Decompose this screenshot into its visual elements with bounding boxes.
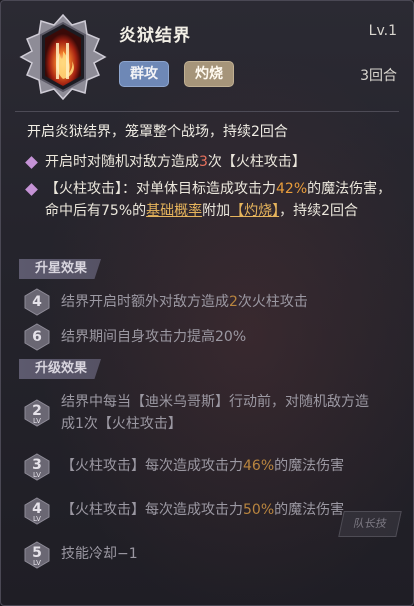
star-hex-icon: 6 [23, 323, 51, 351]
flame-skill-icon [19, 13, 107, 101]
skill-level: Lv.1 [368, 23, 397, 39]
star-effect-row: 4 结界开启时额外对敌方造成2次火柱攻击 [23, 288, 397, 316]
tag-burn: 灼烧 [184, 61, 234, 87]
captain-skill-badge: 队长技 [338, 511, 402, 537]
star-effect-row: 6 结界期间自身攻击力提高20% [23, 323, 397, 351]
skill-tooltip-panel: 炎狱结界 Lv.1 群攻 灼烧 3回合 开启炎狱结界，笼罩整个战场，持续2回合 … [0, 0, 414, 606]
star-hex-icon: 4 [23, 288, 51, 316]
tag-aoe: 群攻 [119, 61, 169, 87]
star-effects-header: 升星效果 [19, 259, 102, 279]
skill-duration: 3回合 [360, 68, 397, 84]
bullet-diamond-icon [25, 156, 38, 169]
upgrade-effect-row: 5 LV 技能冷却−1 [23, 541, 397, 571]
level-hex-icon: 5 LV [23, 541, 51, 569]
upgrade-effect-row: 2 LV 结界中每当【迪米乌哥斯】行动前，对随机敌方造成1次【火柱攻击】 [23, 391, 397, 439]
upgrade-effect-text: 【火柱攻击】每次造成攻击力50%的魔法伤害 [61, 502, 345, 518]
effect-line-1: 开启时对随机对敌方造成3次【火柱攻击】 [45, 154, 306, 170]
upgrade-effect-text: 【火柱攻击】每次造成攻击力46%的魔法伤害 [61, 458, 345, 474]
star-effect-text: 结界开启时额外对敌方造成2次火柱攻击 [61, 294, 308, 310]
level-hex-icon: 4 LV [23, 497, 51, 525]
effect-line-2: 【火柱攻击】：对单体目标造成攻击力42%的魔法伤害，命中后有75%的基础概率附加… [45, 181, 392, 219]
level-hex-icon: 2 LV [23, 399, 51, 427]
star-effect-text: 结界期间自身攻击力提高20% [61, 329, 247, 345]
upgrade-effects-header: 升级效果 [19, 359, 102, 379]
upgrade-effect-text: 技能冷却−1 [61, 546, 138, 562]
skill-description: 开启炎狱结界，笼罩整个战场，持续2回合 [27, 124, 288, 140]
upgrade-effect-row: 3 LV 【火柱攻击】每次造成攻击力46%的魔法伤害 [23, 453, 397, 483]
divider [15, 111, 399, 112]
bullet-diamond-icon [25, 183, 38, 196]
level-hex-icon: 3 LV [23, 453, 51, 481]
upgrade-effect-text: 结界中每当【迪米乌哥斯】行动前，对随机敌方造成1次【火柱攻击】 [61, 394, 369, 432]
skill-name: 炎狱结界 [119, 26, 191, 46]
